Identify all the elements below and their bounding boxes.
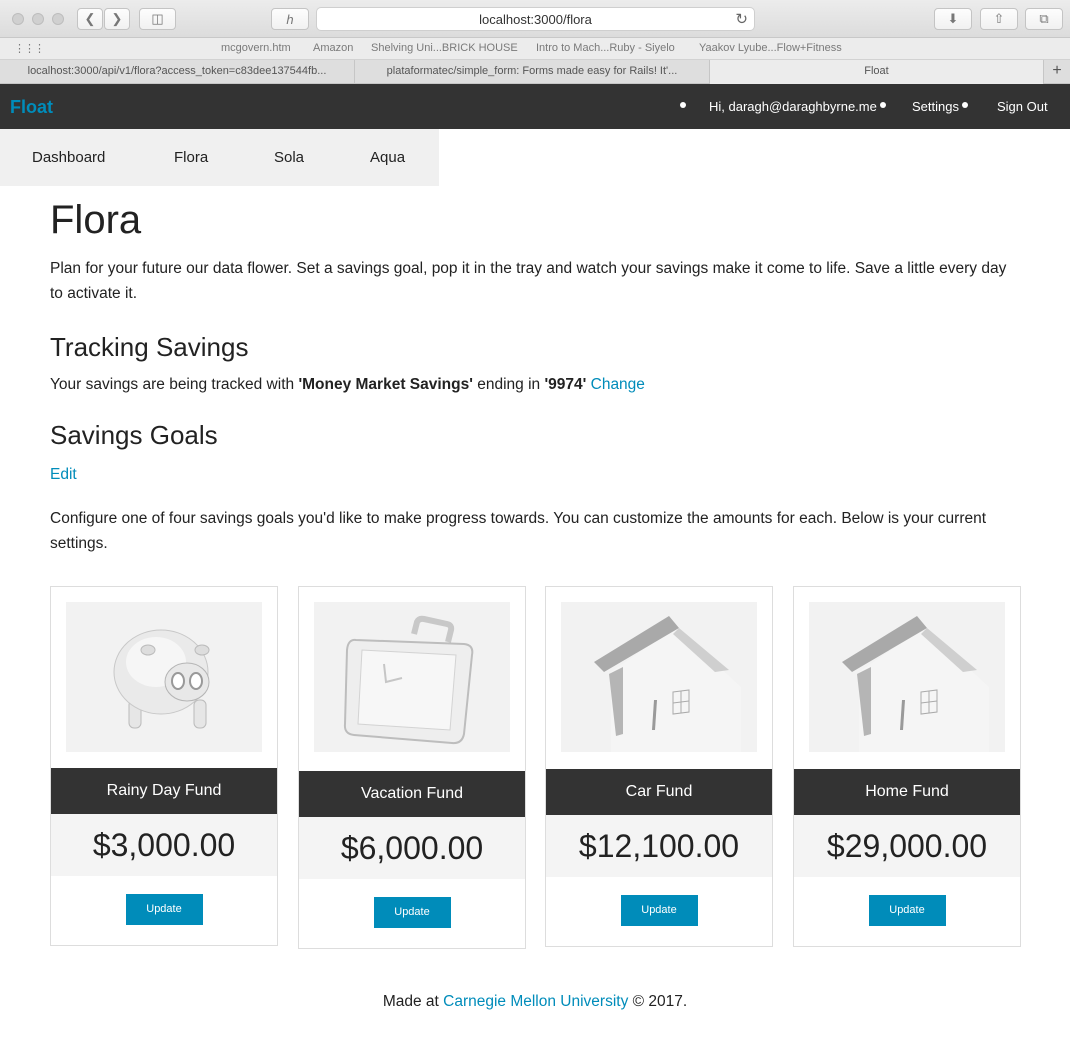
browser-tab-active[interactable]: Float	[710, 60, 1044, 84]
house-icon	[809, 602, 1005, 752]
top-navbar: Float Hi, daragh@daraghbyrne.me Settings…	[0, 84, 1070, 129]
tracking-heading: Tracking Savings	[50, 332, 249, 362]
goal-title: Rainy Day Fund	[51, 768, 277, 814]
favorite-item[interactable]: Shelving Uni...BRICK HOUSE	[371, 42, 518, 54]
reload-icon[interactable]: ↻	[735, 10, 748, 28]
goals-heading: Savings Goals	[50, 420, 218, 450]
grid-icon[interactable]: ⋮⋮⋮	[14, 42, 45, 55]
goal-title: Home Fund	[794, 769, 1020, 815]
user-menu[interactable]: Hi, daragh@daraghbyrne.me	[709, 99, 886, 114]
favorite-item[interactable]: Intro to Mach...Ruby - Siyelo	[536, 42, 675, 54]
favorite-item[interactable]: mcgovern.htm	[221, 42, 291, 54]
share-icon: ⇧	[993, 11, 1005, 26]
favorites-bar: ⋮⋮⋮ mcgovern.htm Amazon Shelving Uni...B…	[0, 38, 1070, 60]
subnav-aqua[interactable]: Aqua	[370, 149, 405, 166]
url-text: localhost:3000/flora	[479, 11, 592, 27]
goal-title: Vacation Fund	[299, 771, 525, 817]
address-bar[interactable]: localhost:3000/flora ↻	[316, 7, 755, 31]
subnav-flora[interactable]: Flora	[174, 149, 208, 166]
main-content: Flora Plan for your future our data flow…	[50, 196, 1020, 556]
browser-toolbar: ❮ ❯ ◫ h localhost:3000/flora ↻ ⬇ ⇧ ⧉	[0, 0, 1070, 38]
minimize-window-button[interactable]	[32, 13, 44, 25]
footer-suffix: © 2017.	[628, 993, 688, 1010]
update-goal-button[interactable]: Update	[620, 895, 698, 926]
browser-tabs: localhost:3000/api/v1/flora?access_token…	[0, 60, 1070, 84]
back-button[interactable]: ❮	[77, 8, 103, 30]
goal-amount: $12,100.00	[546, 815, 772, 877]
new-tab-button[interactable]: +	[1044, 60, 1070, 84]
footer-prefix: Made at	[382, 993, 444, 1010]
house-icon	[561, 602, 757, 752]
tracking-prefix: Your savings are being tracked with	[50, 376, 299, 393]
settings-menu[interactable]: Settings	[912, 99, 968, 114]
tabs-overview-button[interactable]: ⧉	[1025, 8, 1063, 30]
settings-label: Settings	[912, 99, 959, 114]
favorite-item[interactable]: Amazon	[313, 42, 353, 54]
browser-tab[interactable]: plataformatec/simple_form: Forms made ea…	[355, 60, 710, 84]
goal-card: Rainy Day Fund $3,000.00 Update	[50, 586, 278, 946]
brand-logo[interactable]: Float	[10, 97, 53, 118]
subnav-sola[interactable]: Sola	[274, 149, 304, 166]
favorite-item[interactable]: Yaakov Lyube...Flow+Fitness	[699, 42, 842, 54]
update-goal-button[interactable]: Update	[125, 894, 203, 925]
tracking-mid: ending in	[472, 376, 545, 393]
update-goal-button[interactable]: Update	[868, 895, 946, 926]
sub-navbar: Dashboard Flora Sola Aqua	[0, 129, 439, 186]
account-last4: '9974'	[544, 376, 587, 393]
goal-card: Car Fund $12,100.00 Update	[545, 586, 773, 947]
extension-icon: h	[286, 11, 294, 27]
config-text: Configure one of four savings goals you'…	[50, 510, 987, 552]
goal-amount: $29,000.00	[794, 815, 1020, 877]
share-button[interactable]: ⇧	[980, 8, 1018, 30]
sidebar-toggle-button[interactable]: ◫	[139, 8, 176, 30]
close-window-button[interactable]	[12, 13, 24, 25]
chevron-left-icon: ❮	[84, 11, 96, 26]
extension-button[interactable]: h	[271, 8, 309, 30]
page-title: Flora	[50, 198, 142, 242]
edit-goals-link[interactable]: Edit	[50, 466, 1020, 484]
account-name: 'Money Market Savings'	[298, 376, 473, 393]
cmu-link[interactable]: Carnegie Mellon University	[443, 993, 628, 1010]
goal-card: Home Fund $29,000.00 Update	[793, 586, 1021, 947]
goal-amount: $6,000.00	[299, 817, 525, 879]
goal-title: Car Fund	[546, 769, 772, 815]
nav-dot-icon	[677, 99, 686, 114]
footer: Made at Carnegie Mellon University © 201…	[0, 993, 1070, 1011]
sign-out-link[interactable]: Sign Out	[997, 99, 1048, 114]
user-greeting: Hi, daragh@daraghbyrne.me	[709, 99, 877, 114]
zoom-window-button[interactable]	[52, 13, 64, 25]
tabs-icon: ⧉	[1039, 11, 1049, 26]
forward-button[interactable]: ❯	[104, 8, 130, 30]
update-goal-button[interactable]: Update	[373, 897, 451, 928]
intro-text: Plan for your future our data flower. Se…	[50, 260, 1007, 302]
download-icon: ⬇	[947, 11, 959, 26]
dropdown-dot-icon	[879, 101, 886, 108]
dropdown-dot-icon	[961, 101, 968, 108]
tracking-text: Your savings are being tracked with 'Mon…	[50, 376, 1020, 394]
sidebar-icon: ◫	[151, 11, 164, 26]
goal-amount: $3,000.00	[51, 814, 277, 876]
downloads-button[interactable]: ⬇	[934, 8, 972, 30]
piggy-bank-icon	[66, 602, 262, 752]
goal-card: Vacation Fund $6,000.00 Update	[298, 586, 526, 949]
browser-tab[interactable]: localhost:3000/api/v1/flora?access_token…	[0, 60, 355, 84]
chevron-right-icon: ❯	[111, 11, 123, 26]
change-account-link[interactable]: Change	[591, 376, 645, 393]
suitcase-icon	[314, 602, 510, 752]
plus-icon: +	[1052, 62, 1062, 79]
subnav-dashboard[interactable]: Dashboard	[32, 149, 105, 166]
